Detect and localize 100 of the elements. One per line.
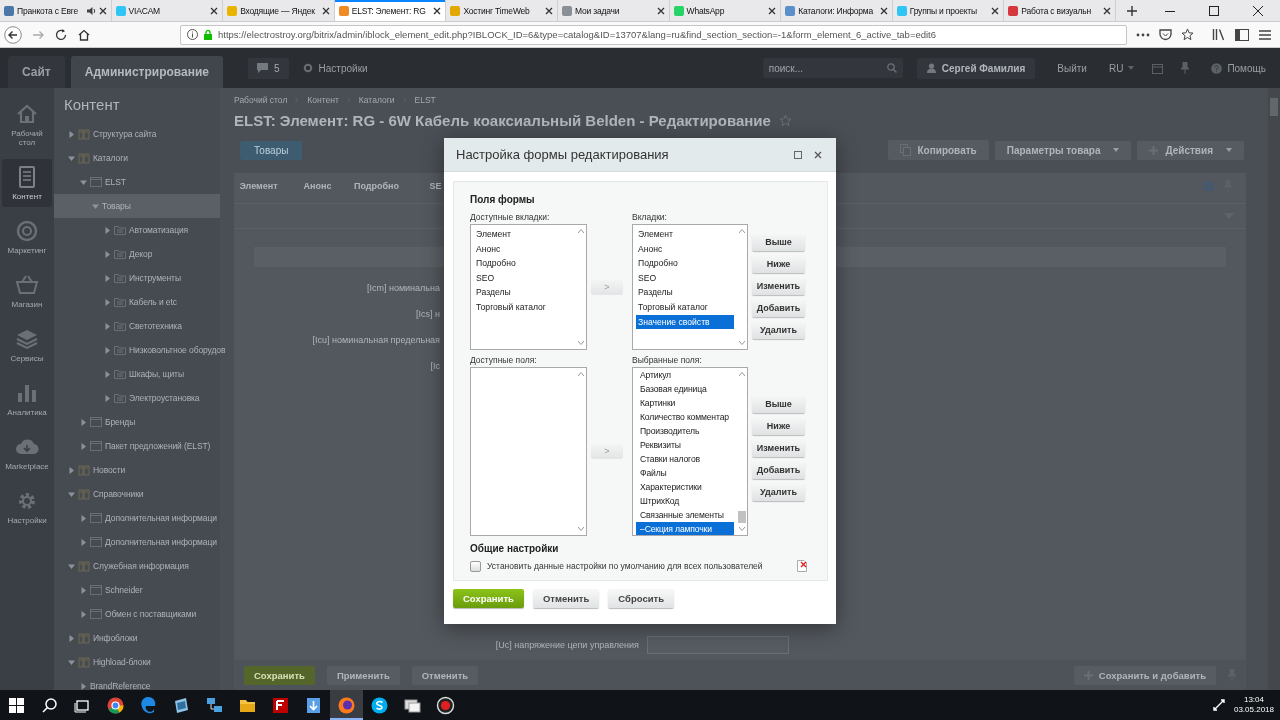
close-icon[interactable] xyxy=(544,6,553,15)
list-box[interactable]: Элемент Анонс Подробно SEO Разделы Торговый каталог xyxy=(470,224,587,350)
list-option[interactable]: Характеристики xyxy=(636,480,734,494)
tree-item[interactable]: Кабель и etc xyxy=(54,290,220,314)
list-option[interactable]: Разделы xyxy=(636,285,734,300)
list-button[interactable]: Удалить xyxy=(752,321,805,339)
browser-tab[interactable]: Работа с визуальн xyxy=(1004,0,1116,21)
close-icon[interactable] xyxy=(768,6,777,15)
scrollbar-thumb[interactable] xyxy=(737,511,746,523)
form-tab[interactable]: Подробно xyxy=(352,181,401,191)
list-option[interactable]: SEO xyxy=(636,270,734,286)
arrow-icon[interactable] xyxy=(80,442,87,450)
browser-tab[interactable]: Каталоги: Информа xyxy=(781,0,893,21)
checkbox[interactable] xyxy=(470,560,481,572)
pocket-icon[interactable] xyxy=(1159,28,1172,41)
arrow-icon[interactable] xyxy=(80,682,87,690)
clock-date[interactable]: 03.05.2018 xyxy=(1233,705,1274,715)
tree-item[interactable]: Новости xyxy=(54,458,220,482)
sidebar-item[interactable]: Настройки xyxy=(2,483,52,531)
arrow-icon[interactable] xyxy=(80,418,87,426)
footer-button[interactable]: Отменить xyxy=(411,665,479,685)
speaker-icon[interactable] xyxy=(85,5,96,16)
logout-link[interactable]: Выйти xyxy=(1057,62,1087,74)
list-button[interactable]: Выше xyxy=(752,394,805,413)
list-button[interactable]: Добавить xyxy=(752,460,805,479)
action-button[interactable]: Действия xyxy=(1137,140,1244,160)
lock-icon[interactable] xyxy=(203,29,213,40)
list-option[interactable]: Анонс xyxy=(474,241,573,257)
address-bar[interactable]: https://electrostroy.org/bitrix/admin/iblock_element_edit.php?IBLOCK_ID=6&type=catalog&ID=13707&lang=ru&find_section_section=-1&form_element_6_active_tab=edit6 xyxy=(180,24,1127,45)
list-option[interactable]: Связанные элементы xyxy=(636,508,734,522)
sidebar-item[interactable]: Marketplace xyxy=(2,429,52,477)
menu-icon[interactable] xyxy=(1258,28,1272,41)
user-button[interactable]: Сергей Фамилия xyxy=(916,57,1036,79)
tree-item[interactable]: Справочники xyxy=(54,482,220,506)
list-option[interactable]: Торговый каталог xyxy=(636,299,734,315)
list-button[interactable]: Изменить xyxy=(752,277,805,295)
tree-item[interactable]: Шкафы, щиты xyxy=(54,362,220,386)
help-link[interactable]: Помощь xyxy=(1211,62,1266,74)
list-option[interactable]: Ставки налогов xyxy=(636,452,734,466)
tree-item[interactable]: Дополнительная информаци xyxy=(54,530,220,554)
list-option[interactable]: Производитель xyxy=(636,424,734,438)
library-icon[interactable] xyxy=(1212,28,1226,41)
list-option[interactable]: Подробно xyxy=(636,256,734,271)
clock-time[interactable]: 13:04 xyxy=(1243,695,1264,705)
star-icon[interactable] xyxy=(1181,28,1194,41)
list-option[interactable]: Разделы xyxy=(474,285,573,300)
close-icon[interactable] xyxy=(1252,5,1263,16)
home-icon[interactable] xyxy=(77,27,91,42)
list-button[interactable]: Изменить xyxy=(752,438,805,457)
site-tab[interactable]: Сайт xyxy=(8,56,65,88)
tree-item[interactable]: Обмен с поставщиками xyxy=(54,602,220,626)
tree-item[interactable]: ELST xyxy=(54,170,220,194)
list-option[interactable]: –Секция лампочки xyxy=(636,522,734,535)
close-icon[interactable] xyxy=(814,150,822,159)
dialog-button[interactable]: Сохранить xyxy=(453,589,524,608)
tree-item[interactable]: Бренды xyxy=(54,410,220,434)
sidebar-item[interactable]: Контент xyxy=(2,159,52,207)
calendar-icon[interactable] xyxy=(1152,62,1164,74)
close-icon[interactable] xyxy=(98,6,107,15)
arrow-icon[interactable] xyxy=(104,226,111,234)
back-button[interactable]: Товары xyxy=(240,140,303,160)
action-button[interactable]: Копировать xyxy=(887,140,989,160)
list-button[interactable]: Добавить xyxy=(752,299,805,317)
form-tab[interactable]: Анонс xyxy=(293,181,342,191)
language-select[interactable]: RU xyxy=(1108,62,1135,74)
tree-item[interactable]: Highload-блоки xyxy=(54,650,220,674)
arrow-icon[interactable] xyxy=(104,250,111,258)
tree-item[interactable]: Декор xyxy=(54,242,220,266)
save-and-add-button[interactable]: Сохранить и добавить xyxy=(1073,665,1216,685)
arrow-icon[interactable] xyxy=(104,346,111,354)
close-icon[interactable] xyxy=(656,6,665,15)
maximize-icon[interactable] xyxy=(1208,5,1219,16)
list-option[interactable]: Артикул xyxy=(636,368,734,382)
close-icon[interactable] xyxy=(433,6,442,15)
list-option[interactable]: Файлы xyxy=(636,466,734,480)
tree-item[interactable]: Товары xyxy=(54,194,220,218)
action-button[interactable]: Параметры товара xyxy=(994,140,1132,160)
back-icon[interactable] xyxy=(4,25,22,44)
reload-icon[interactable] xyxy=(54,27,68,42)
close-icon[interactable] xyxy=(210,6,219,15)
arrow-icon[interactable] xyxy=(104,298,111,306)
star-icon[interactable] xyxy=(778,114,792,127)
list-option[interactable]: Элемент xyxy=(474,227,573,242)
browser-tab[interactable]: Группы и проекты xyxy=(892,0,1005,21)
list-option[interactable]: Подробно xyxy=(474,256,573,271)
scrollbar[interactable] xyxy=(1268,88,1280,690)
site-tab[interactable]: Администрирование xyxy=(70,56,224,88)
list-option[interactable]: Анонс xyxy=(636,241,734,257)
browser-tab[interactable]: ELST: Элемент: RG xyxy=(334,0,447,21)
tree-item[interactable]: Светотехника xyxy=(54,314,220,338)
arrow-icon[interactable] xyxy=(68,466,75,474)
notifications-button[interactable]: 5 xyxy=(248,57,289,79)
arrow-icon[interactable] xyxy=(80,178,87,186)
list-option[interactable]: Значение свойств xyxy=(636,314,734,330)
dialog-button[interactable]: Отменить xyxy=(532,589,600,608)
arrow-icon[interactable] xyxy=(68,634,75,642)
list-button[interactable]: Выше xyxy=(752,233,805,251)
arrow-icon[interactable] xyxy=(80,514,87,522)
list-option[interactable]: Картинки xyxy=(636,396,734,410)
close-icon[interactable] xyxy=(991,6,1000,15)
